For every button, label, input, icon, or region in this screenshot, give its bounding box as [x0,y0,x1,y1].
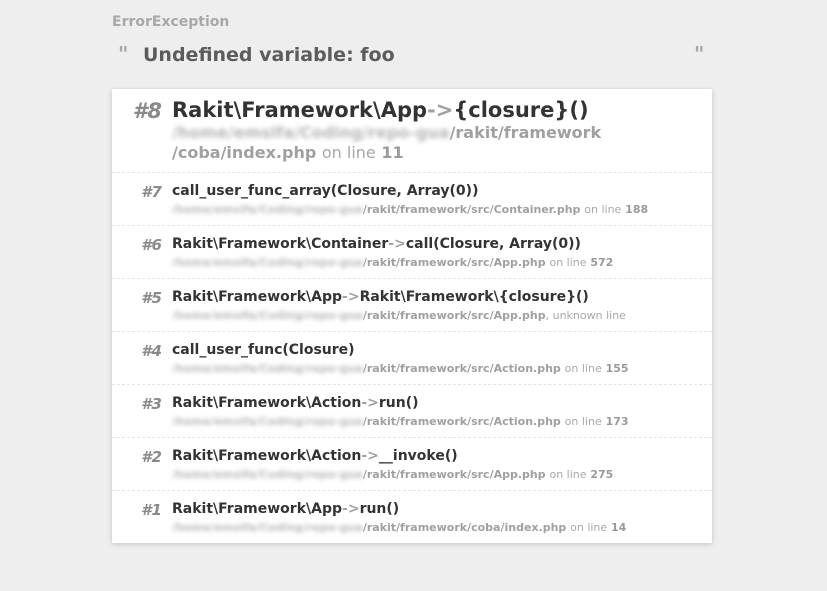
frame-line-number: 11 [381,143,404,162]
frame-call: Rakit\Framework\App->{closure}() [172,98,589,122]
frame-number: #8 [132,99,162,123]
frame-path: /home/emsifa/Coding/repo-gua/rakit/frame… [172,468,614,481]
frame-line-number: 173 [605,415,629,428]
trace-frame-6[interactable]: #6 Rakit\Framework\Container->call(Closu… [112,226,712,279]
trace-frame-3[interactable]: #3 Rakit\Framework\Action->run() /home/e… [112,385,712,438]
frame-path: /home/emsifa/Coding/repo-gua/rakit/frame… [172,309,626,322]
frame-path-continued: /coba/index.php on line 11 [172,143,404,162]
frame-number: #7 [141,183,162,201]
frame-number: #6 [141,236,162,254]
frame-number: #2 [141,448,162,466]
frame-path: /home/emsifa/Coding/repo-gua/rakit/frame… [172,256,614,269]
frame-call: call_user_func_array(Closure, Array(0)) [172,183,479,199]
frame-line-number: 275 [590,468,614,481]
blurred-path: /home/emsifa/Coding/repo-gua [172,415,363,428]
frame-line-number: 188 [625,203,649,216]
close-quote-icon: " [694,42,705,66]
blurred-path: /home/emsifa/Coding/repo-gua [172,468,363,481]
frame-path: /home/emsifa/Coding/repo-gua/rakit/frame… [172,203,649,216]
frame-call: call_user_func(Closure) [172,342,355,358]
blurred-path: /home/emsifa/Coding/repo-gua [172,256,363,269]
exception-message-block: " Undefined variable: foo " [112,42,712,70]
frame-call: Rakit\Framework\Action->run() [172,395,419,411]
stack-trace: #8 Rakit\Framework\App->{closure}() /hom… [112,89,712,543]
frame-number: #4 [141,342,162,360]
frame-line-number: 14 [611,521,627,534]
frame-call: Rakit\Framework\App->run() [172,501,400,517]
trace-frame-1[interactable]: #1 Rakit\Framework\App->run() /home/emsi… [112,491,712,544]
exception-message: Undefined variable: foo [143,44,395,66]
frame-line-number: 572 [590,256,614,269]
frame-number: #1 [141,501,162,519]
frame-call: Rakit\Framework\Container->call(Closure,… [172,236,581,252]
trace-frame-2[interactable]: #2 Rakit\Framework\Action->__invoke() /h… [112,438,712,491]
trace-frame-8[interactable]: #8 Rakit\Framework\App->{closure}() /hom… [112,89,712,173]
blurred-path: /home/emsifa/Coding/repo-gua [172,123,450,142]
blurred-path: /home/emsifa/Coding/repo-gua [172,521,363,534]
trace-frame-5[interactable]: #5 Rakit\Framework\App->Rakit\Framework\… [112,279,712,332]
blurred-path: /home/emsifa/Coding/repo-gua [172,362,363,375]
blurred-path: /home/emsifa/Coding/repo-gua [172,309,363,322]
frame-path: /home/emsifa/Coding/repo-gua/rakit/frame… [172,362,629,375]
frame-line-number: 155 [605,362,629,375]
trace-frame-7[interactable]: #7 call_user_func_array(Closure, Array(0… [112,173,712,226]
frame-path: /home/emsifa/Coding/repo-gua/rakit/frame… [172,123,602,142]
blurred-path: /home/emsifa/Coding/repo-gua [172,203,363,216]
frame-number: #5 [141,289,162,307]
frame-call: Rakit\Framework\App->Rakit\Framework\{cl… [172,289,589,305]
frame-path: /home/emsifa/Coding/repo-gua/rakit/frame… [172,521,627,534]
trace-frame-4[interactable]: #4 call_user_func(Closure) /home/emsifa/… [112,332,712,385]
frame-call: Rakit\Framework\Action->__invoke() [172,448,458,464]
exception-type: ErrorException [112,14,230,30]
frame-path: /home/emsifa/Coding/repo-gua/rakit/frame… [172,415,629,428]
frame-number: #3 [141,395,162,413]
open-quote-icon: " [118,42,129,66]
